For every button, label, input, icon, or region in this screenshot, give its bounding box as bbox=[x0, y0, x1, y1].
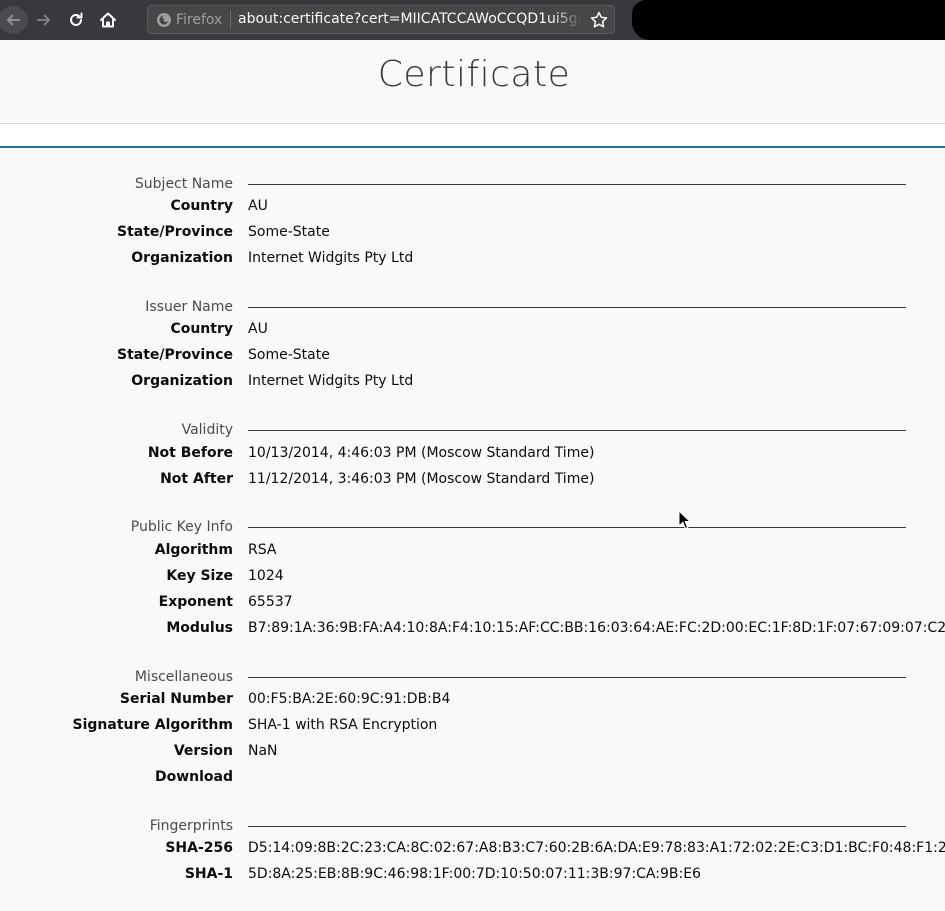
identity-label: Firefox bbox=[176, 11, 223, 28]
subject-state-label: State/Province bbox=[117, 224, 233, 240]
issuer-state-value: Some-State bbox=[248, 347, 330, 363]
download-label: Download bbox=[154, 769, 233, 785]
issuer-country-label: Country bbox=[170, 321, 233, 337]
key-size-label: Key Size bbox=[166, 568, 233, 584]
arrow-left-icon bbox=[7, 14, 20, 26]
issuer-organization-value: Internet Widgits Pty Ltd bbox=[248, 373, 414, 389]
reload-button[interactable] bbox=[62, 6, 90, 34]
redacted-area bbox=[632, 0, 945, 40]
firefox-icon bbox=[157, 12, 171, 27]
serial-number-value: 00:F5:BA:2E:60:9C:91:DB:B4 bbox=[248, 691, 451, 707]
issuer-country-value: AU bbox=[248, 321, 268, 337]
signature-algorithm-label: Signature Algorithm bbox=[72, 717, 233, 733]
subject-country-value: AU bbox=[248, 198, 268, 214]
section-divider bbox=[248, 527, 906, 528]
miscellaneous-title: Miscellaneous bbox=[134, 669, 233, 685]
subject-organization-label: Organization bbox=[131, 250, 233, 266]
exponent-label: Exponent bbox=[158, 594, 233, 610]
modulus-value: B7:89:1A:36:9B:FA:A4:10:8A:F4:10:15:AF:C… bbox=[248, 620, 945, 636]
section-divider bbox=[248, 677, 906, 678]
key-size-value: 1024 bbox=[248, 568, 284, 584]
url-separator bbox=[230, 10, 231, 29]
sha256-value: D5:14:09:8B:2C:23:CA:8C:02:67:A8:B3:C7:6… bbox=[248, 840, 945, 856]
certificate-tab-strip bbox=[0, 124, 945, 146]
version-label: Version bbox=[173, 743, 233, 759]
fingerprints-title: Fingerprints bbox=[149, 818, 233, 834]
subject-country-label: Country bbox=[170, 198, 233, 214]
section-divider bbox=[248, 184, 906, 185]
issuer-state-label: State/Province bbox=[117, 347, 233, 363]
reload-icon bbox=[70, 12, 83, 26]
exponent-value: 65537 bbox=[248, 594, 293, 610]
url-input[interactable]: about:certificate?cert=MIICATCCAWoCCQD1u… bbox=[238, 6, 582, 33]
not-after-value: 11/12/2014, 3:46:03 PM (Moscow Standard … bbox=[248, 471, 595, 487]
not-after-label: Not After bbox=[160, 471, 233, 487]
issuer-name-title: Issuer Name bbox=[145, 299, 233, 315]
url-fade bbox=[552, 6, 582, 33]
not-before-value: 10/13/2014, 4:46:03 PM (Moscow Standard … bbox=[248, 445, 595, 461]
section-divider bbox=[248, 430, 906, 431]
home-button[interactable] bbox=[94, 6, 122, 34]
algorithm-value: RSA bbox=[248, 542, 277, 558]
forward-button[interactable] bbox=[30, 6, 58, 34]
modulus-label: Modulus bbox=[166, 620, 233, 636]
browser-toolbar: Firefox about:certificate?cert=MIICATCCA… bbox=[0, 0, 945, 40]
issuer-organization-label: Organization bbox=[131, 373, 233, 389]
serial-number-label: Serial Number bbox=[119, 691, 233, 707]
section-divider bbox=[248, 307, 906, 308]
subject-organization-value: Internet Widgits Pty Ltd bbox=[248, 250, 414, 266]
identity-box[interactable]: Firefox bbox=[156, 6, 222, 33]
validity-title: Validity bbox=[181, 422, 233, 438]
algorithm-label: Algorithm bbox=[154, 542, 233, 558]
signature-algorithm-value: SHA-1 with RSA Encryption bbox=[248, 717, 438, 733]
subject-state-value: Some-State bbox=[248, 224, 330, 240]
page-title: Certificate bbox=[377, 54, 571, 95]
selected-tab-indicator bbox=[0, 146, 945, 148]
not-before-label: Not Before bbox=[147, 445, 233, 461]
back-button[interactable] bbox=[0, 6, 28, 34]
sha1-label: SHA-1 bbox=[184, 866, 233, 882]
version-value: NaN bbox=[248, 743, 278, 759]
address-bar[interactable]: Firefox about:certificate?cert=MIICATCCA… bbox=[147, 5, 615, 34]
star-icon bbox=[590, 11, 608, 28]
bookmark-star-button[interactable] bbox=[589, 10, 609, 30]
mouse-cursor-icon bbox=[678, 510, 692, 530]
home-icon bbox=[100, 12, 116, 28]
section-divider bbox=[248, 826, 906, 827]
subject-name-title: Subject Name bbox=[134, 176, 233, 192]
sha256-label: SHA-256 bbox=[165, 840, 233, 856]
arrow-right-icon bbox=[37, 14, 50, 26]
sha1-value: 5D:8A:25:EB:8B:9C:46:98:1F:00:7D:10:50:0… bbox=[248, 866, 701, 882]
public-key-info-title: Public Key Info bbox=[130, 519, 233, 535]
